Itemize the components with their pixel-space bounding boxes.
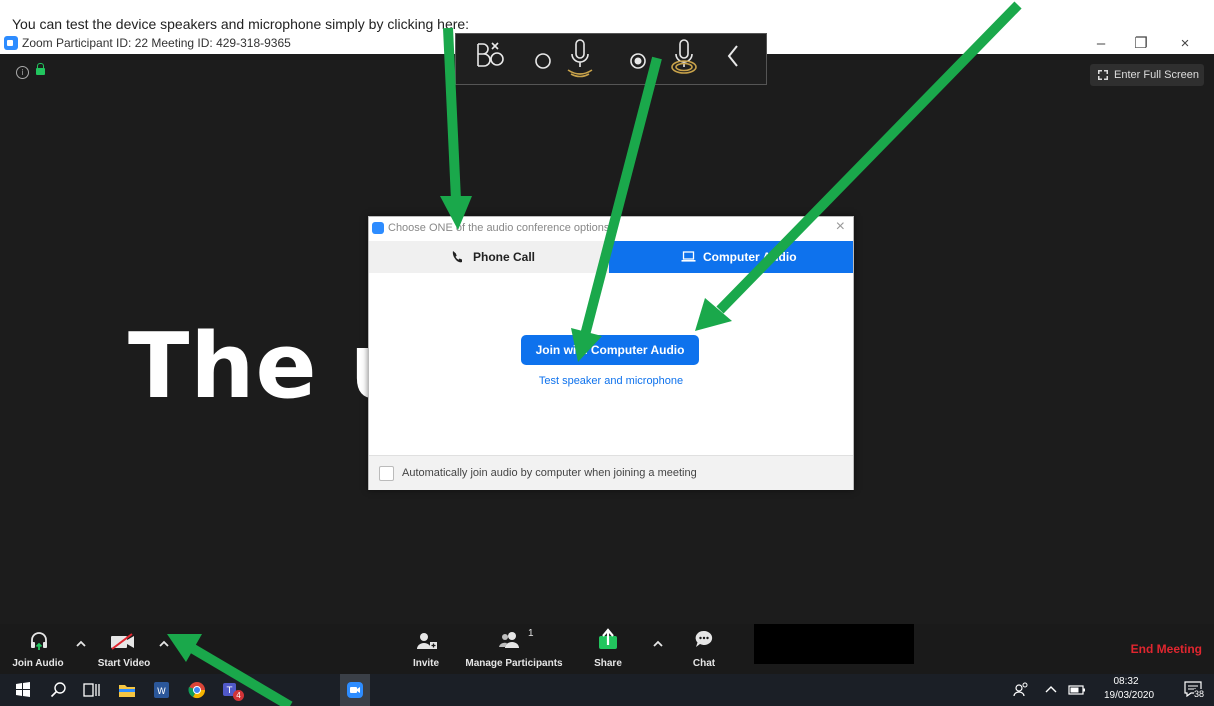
search-icon[interactable] [48, 679, 70, 701]
start-video-label: Start Video [97, 658, 151, 669]
join-with-computer-audio-button[interactable]: Join with Computer Audio [521, 335, 699, 365]
instruction-text: You can test the device speakers and mic… [12, 16, 470, 32]
clock-time: 08:32 [1113, 676, 1139, 687]
dialog-close-button[interactable]: × [836, 218, 845, 236]
radio-on-icon[interactable] [630, 53, 646, 69]
start-video-button[interactable]: Start Video [90, 624, 158, 674]
lock-icon[interactable] [36, 63, 45, 75]
tab-phone-call[interactable]: Phone Call [369, 241, 609, 273]
zoom-logo-icon [372, 222, 384, 234]
chat-button[interactable]: Chat [684, 624, 724, 674]
microphone-icon[interactable] [567, 39, 593, 78]
zoom-taskbar-button[interactable] [340, 674, 370, 706]
manage-participants-label: Manage Participants [465, 658, 563, 669]
join-audio-label: Join Audio [12, 658, 64, 669]
show-hidden-icons-chevron-icon[interactable] [1040, 679, 1062, 701]
invite-person-icon [417, 633, 437, 649]
microphone-active-icon[interactable] [671, 39, 697, 74]
redacted-video-area [754, 624, 914, 664]
bo-logo-icon [477, 42, 504, 67]
zoom-logo-icon [4, 36, 18, 50]
word-icon[interactable]: W [150, 679, 172, 701]
test-speaker-microphone-link[interactable]: Test speaker and microphone [369, 375, 853, 387]
window-title: Zoom Participant ID: 22 Meeting ID: 429-… [22, 36, 291, 50]
info-icon[interactable]: i [16, 66, 29, 79]
minimize-button[interactable]: – [1082, 34, 1120, 54]
dialog-header: Choose ONE of the audio conference optio… [369, 217, 853, 239]
chat-bubble-icon [695, 630, 713, 647]
manage-participants-button[interactable]: 1 Manage Participants [460, 624, 568, 674]
share-label: Share [594, 658, 622, 669]
audio-options-dialog: Choose ONE of the audio conference optio… [368, 216, 854, 490]
battery-icon[interactable] [1066, 679, 1088, 701]
svg-text:T: T [226, 686, 233, 696]
chrome-icon[interactable] [186, 679, 208, 701]
zoom-icon [347, 682, 363, 698]
dialog-title: Choose ONE of the audio conference optio… [388, 222, 610, 234]
people-icon[interactable] [1010, 679, 1032, 701]
audio-device-toolbar [455, 33, 767, 85]
participants-icon [499, 632, 519, 648]
collapse-chevron-icon[interactable] [727, 45, 738, 67]
file-explorer-icon[interactable] [116, 679, 138, 701]
share-options-caret-icon[interactable] [652, 638, 664, 650]
clock-date: 19/03/2020 [1104, 690, 1155, 701]
video-options-caret-icon[interactable] [158, 638, 170, 650]
headphones-icon [31, 632, 47, 650]
audio-options-caret-icon[interactable] [75, 638, 87, 650]
enter-full-screen-button[interactable]: Enter Full Screen [1090, 64, 1204, 86]
windows-start-icon[interactable] [12, 679, 34, 701]
tab-computer-audio-label: Computer Audio [703, 250, 797, 264]
dialog-footer: Automatically join audio by computer whe… [369, 455, 853, 490]
svg-text:W: W [157, 687, 166, 697]
restore-button[interactable]: ❐ [1122, 34, 1160, 54]
meeting-controls-bar: Join Audio Start Video Invite 1 Manage P… [0, 624, 1214, 674]
share-button[interactable]: Share [586, 624, 630, 674]
chat-label: Chat [692, 658, 716, 669]
notification-center-button[interactable]: 38 [1184, 681, 1204, 699]
tab-computer-audio[interactable]: Computer Audio [609, 241, 853, 273]
teams-icon[interactable]: T 4 [220, 679, 244, 701]
invite-button[interactable]: Invite [404, 624, 448, 674]
invite-label: Invite [412, 658, 440, 669]
system-clock[interactable]: 08:32 19/03/2020 [1104, 675, 1155, 703]
notification-count: 38 [1193, 689, 1204, 699]
tab-phone-call-label: Phone Call [473, 250, 536, 264]
auto-join-audio-label: Automatically join audio by computer whe… [402, 467, 697, 479]
teams-badge: 4 [233, 690, 244, 701]
close-button[interactable]: × [1166, 34, 1204, 54]
fullscreen-icon [1098, 70, 1108, 80]
laptop-icon [681, 251, 696, 262]
share-screen-icon [599, 628, 617, 649]
auto-join-audio-checkbox[interactable] [379, 466, 394, 481]
participant-count: 1 [528, 628, 534, 639]
task-view-icon[interactable] [80, 679, 102, 701]
video-off-icon [111, 633, 134, 650]
join-audio-button[interactable]: Join Audio [6, 624, 70, 674]
phone-icon [452, 251, 462, 263]
windows-taskbar: W T 4 08:32 19/03/2020 38 [0, 674, 1214, 706]
radio-off-icon[interactable] [535, 53, 551, 69]
fullscreen-label: Enter Full Screen [1114, 69, 1199, 81]
end-meeting-button[interactable]: End Meeting [1131, 642, 1202, 656]
